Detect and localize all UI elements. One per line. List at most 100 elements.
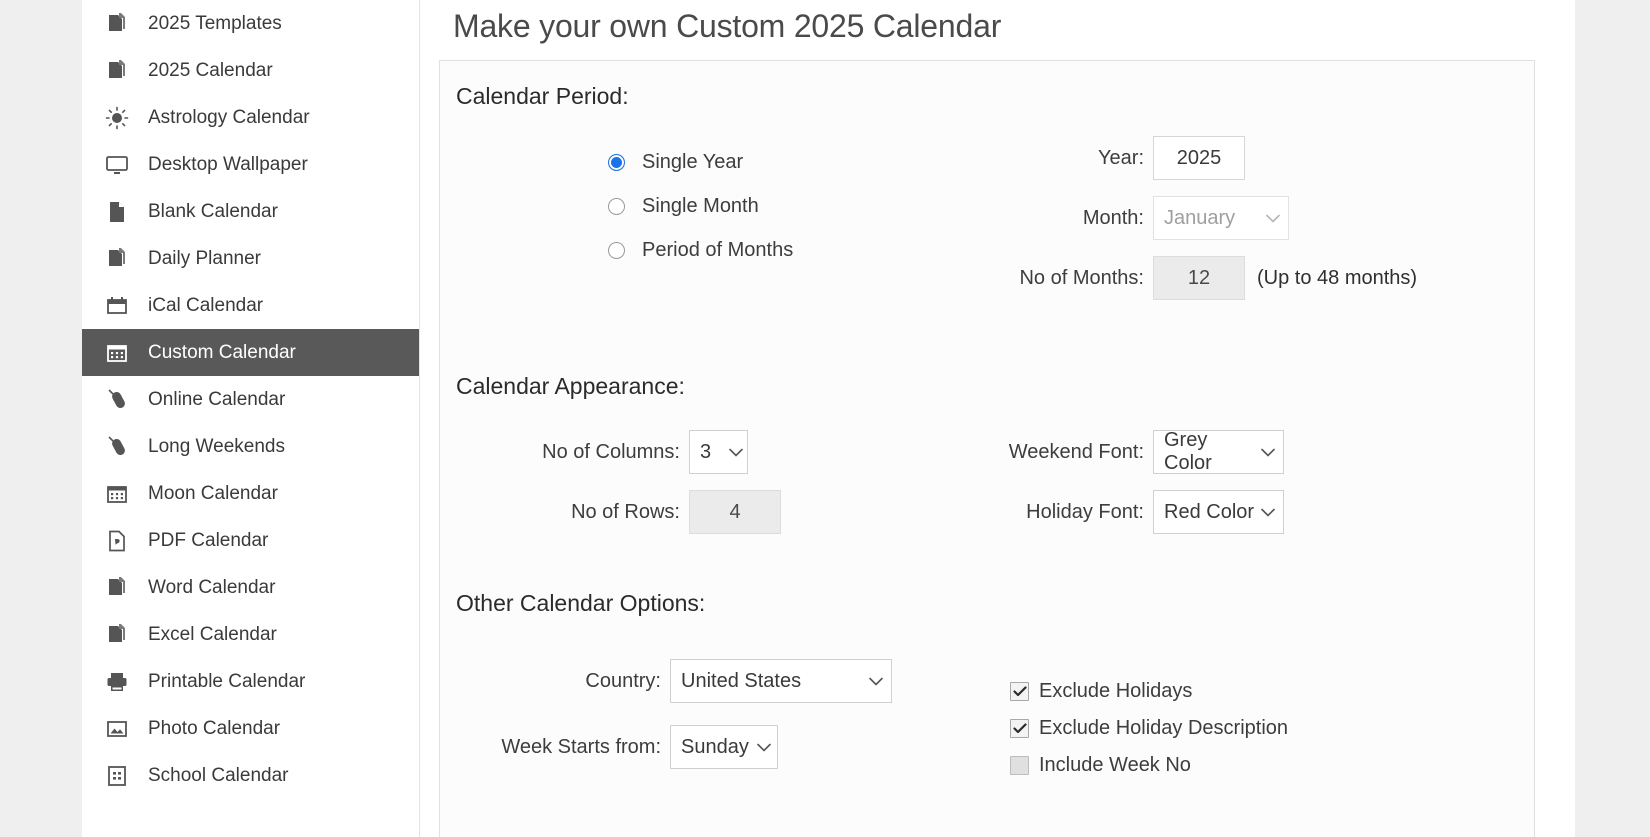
printer-icon <box>104 669 130 695</box>
sidebar-item-label: Daily Planner <box>148 248 261 269</box>
check-icon <box>1012 686 1027 697</box>
checkbox-indicator[interactable] <box>1010 719 1029 738</box>
country-value: United States <box>681 669 802 692</box>
copy-pages-icon <box>104 575 130 601</box>
no-of-months-field-row: No of Months: 12 (Up to 48 months) <box>1000 248 1534 308</box>
sidebar-item-photo-calendar[interactable]: Photo Calendar <box>82 705 419 752</box>
app-root: 2025 Templates 2025 Calendar Astrology C… <box>0 0 1650 837</box>
sidebar-item-printable-calendar[interactable]: Printable Calendar <box>82 658 419 705</box>
weekend-font-field-row: Weekend Font: Grey Color <box>1000 422 1534 482</box>
sidebar-item-custom-calendar[interactable]: Custom Calendar <box>82 329 419 376</box>
radio-indicator[interactable] <box>608 241 625 259</box>
checkbox-indicator[interactable] <box>1010 756 1029 775</box>
month-label: Month: <box>1082 206 1144 229</box>
no-of-rows-field-row: No of Rows: 4 <box>440 482 1000 542</box>
sidebar-item-blank-calendar[interactable]: Blank Calendar <box>82 188 419 235</box>
sidebar-item-label: 2025 Calendar <box>148 60 273 81</box>
sidebar-item-desktop-wallpaper[interactable]: Desktop Wallpaper <box>82 141 419 188</box>
copy-pages-icon <box>104 58 130 84</box>
sidebar-item-school-calendar[interactable]: School Calendar <box>82 752 419 799</box>
holiday-font-value: Red Color <box>1164 500 1255 523</box>
weekend-font-select[interactable]: Grey Color <box>1153 429 1284 474</box>
month-field-row: Month: January <box>1000 188 1534 248</box>
custom-calendar-form: Calendar Period: Single Year Single Mont… <box>439 60 1535 837</box>
sidebar-item-label: Online Calendar <box>148 389 286 410</box>
page-icon <box>104 199 130 225</box>
sidebar-item-label: Custom Calendar <box>148 342 296 363</box>
country-field-row: Country: United States <box>440 651 1000 711</box>
sidebar-item-word-calendar[interactable]: Word Calendar <box>82 564 419 611</box>
sidebar-item-label: Desktop Wallpaper <box>148 154 308 175</box>
school-calendar-icon <box>104 763 130 789</box>
radio-option-single-year[interactable]: Single Year <box>608 140 1000 184</box>
sidebar-item-ical-calendar[interactable]: iCal Calendar <box>82 282 419 329</box>
sidebar-item-2025-calendar[interactable]: 2025 Calendar <box>82 47 419 94</box>
copy-pages-icon <box>104 622 130 648</box>
holiday-font-select[interactable]: Red Color <box>1153 490 1284 534</box>
section-heading-calendar-appearance: Calendar Appearance: <box>456 373 685 399</box>
check-icon <box>1012 723 1027 734</box>
grid-calendar-icon <box>104 481 130 507</box>
radio-indicator[interactable] <box>608 153 625 171</box>
sidebar-item-label: School Calendar <box>148 765 289 786</box>
sidebar-item-label: 2025 Templates <box>148 13 282 34</box>
other-options-checkbox-group: Exclude Holidays Exclude Holiday Descrip… <box>1000 651 1534 784</box>
chevron-down-icon <box>757 743 771 752</box>
radio-label: Period of Months <box>642 238 794 261</box>
month-select[interactable]: January <box>1153 196 1289 240</box>
country-select[interactable]: United States <box>670 659 892 703</box>
year-field-row: Year: 2025 <box>1000 128 1534 188</box>
year-input[interactable]: 2025 <box>1153 136 1245 180</box>
section-calendar-appearance: Calendar Appearance: No of Columns: 3 No… <box>440 373 1534 542</box>
sidebar-item-long-weekends[interactable]: Long Weekends <box>82 423 419 470</box>
checkbox-indicator[interactable] <box>1010 682 1029 701</box>
week-start-label: Week Starts from: <box>501 735 661 758</box>
radio-label: Single Year <box>642 150 744 173</box>
grid-calendar-icon <box>104 340 130 366</box>
copy-pages-icon <box>104 246 130 272</box>
sidebar-item-label: Blank Calendar <box>148 201 278 222</box>
sidebar-item-moon-calendar[interactable]: Moon Calendar <box>82 470 419 517</box>
no-of-columns-select[interactable]: 3 <box>689 430 748 474</box>
mouse-icon <box>104 387 130 413</box>
sidebar-item-label: Moon Calendar <box>148 483 278 504</box>
no-of-columns-label: No of Columns: <box>542 440 680 463</box>
sidebar-item-2025-templates[interactable]: 2025 Templates <box>82 0 419 47</box>
sidebar-item-label: PDF Calendar <box>148 530 269 551</box>
sidebar-item-daily-planner[interactable]: Daily Planner <box>82 235 419 282</box>
week-start-select[interactable]: Sunday <box>670 725 778 769</box>
no-of-months-label: No of Months: <box>1019 266 1144 289</box>
copy-pages-icon <box>104 11 130 37</box>
sidebar-item-online-calendar[interactable]: Online Calendar <box>82 376 419 423</box>
page-title: Make your own Custom 2025 Calendar <box>453 8 1002 44</box>
sidebar-item-astrology-calendar[interactable]: Astrology Calendar <box>82 94 419 141</box>
no-of-columns-value: 3 <box>700 440 712 463</box>
photo-icon <box>104 716 130 742</box>
sidebar-item-pdf-calendar[interactable]: PDF Calendar <box>82 517 419 564</box>
sidebar-item-label: Printable Calendar <box>148 671 306 692</box>
sidebar-item-label: Excel Calendar <box>148 624 277 645</box>
section-heading-calendar-period: Calendar Period: <box>456 83 629 109</box>
radio-option-period-of-months[interactable]: Period of Months <box>608 228 1000 272</box>
sidebar-item-label: Long Weekends <box>148 436 285 457</box>
sidebar-item-excel-calendar[interactable]: Excel Calendar <box>82 611 419 658</box>
no-of-rows-input[interactable]: 4 <box>689 490 781 534</box>
checkbox-exclude-holidays[interactable]: Exclude Holidays <box>1010 673 1534 710</box>
no-of-months-input[interactable]: 12 <box>1153 256 1245 300</box>
chevron-down-icon <box>1261 448 1275 457</box>
holiday-font-field-row: Holiday Font: Red Color <box>1000 482 1534 542</box>
no-of-months-hint: (Up to 48 months) <box>1257 266 1418 289</box>
radio-indicator[interactable] <box>608 197 625 215</box>
section-other-calendar-options: Other Calendar Options: Country: United … <box>440 590 1534 784</box>
checkbox-exclude-holiday-description[interactable]: Exclude Holiday Description <box>1010 710 1534 747</box>
weekend-font-value: Grey Color <box>1164 429 1212 474</box>
sidebar-nav: 2025 Templates 2025 Calendar Astrology C… <box>82 0 420 837</box>
ical-calendar-icon <box>104 293 130 319</box>
chevron-down-icon <box>729 448 743 457</box>
checkbox-label: Exclude Holiday Description <box>1039 717 1289 739</box>
radio-label: Single Month <box>642 194 759 217</box>
chevron-down-icon <box>1266 214 1280 223</box>
radio-option-single-month[interactable]: Single Month <box>608 184 1000 228</box>
checkbox-include-week-no[interactable]: Include Week No <box>1010 747 1534 784</box>
country-label: Country: <box>585 669 661 692</box>
